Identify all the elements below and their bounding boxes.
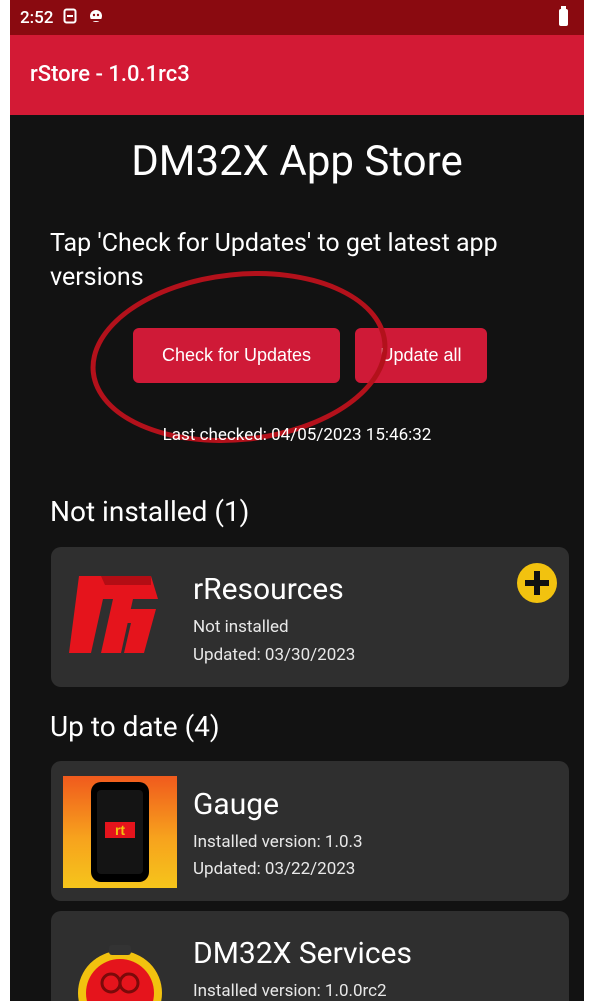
gauge-logo-text: rt [115,822,125,838]
rresources-logo-icon [61,571,161,659]
instructions-text: Tap 'Check for Updates' to get latest ap… [50,229,498,292]
section-heading-not-installed: Not installed (1) [50,495,250,528]
section-heading-up-to-date: Up to date (4) [50,710,220,743]
app-bar: rStore - 1.0.1rc3 [10,35,584,115]
check-for-updates-button[interactable]: Check for Updates [133,328,340,383]
app-card-rresources[interactable]: rResources Not installed Updated: 03/30/… [51,547,569,687]
add-icon[interactable] [517,563,557,603]
app-name: rResources [193,572,344,607]
update-all-button[interactable]: Update all [355,328,487,383]
app-name: DM32X Services [193,936,412,971]
android-debug-icon [87,8,105,28]
app-installed-version: Installed version: 1.0.3 [193,832,363,852]
last-checked-text: Last checked: 04/05/2023 15:46:32 [162,425,432,445]
app-bar-title: rStore - 1.0.1rc3 [30,62,190,87]
status-time: 2:52 [20,7,54,28]
app-name: Gauge [193,787,280,822]
app-card-dm32x-services[interactable]: DM32X Services Installed version: 1.0.0r… [51,911,569,1001]
sim-icon [63,8,77,28]
app-updated-date: Updated: 03/30/2023 [193,645,356,665]
dm32x-services-icon [63,931,177,1001]
app-installed-version: Installed version: 1.0.0rc2 [193,981,387,1001]
status-bar: 2:52 [10,0,584,35]
battery-icon [559,6,568,26]
app-card-gauge[interactable]: rt Gauge Installed version: 1.0.3 Update… [51,761,569,901]
main-content: DM32X App Store Tap 'Check for Updates' … [10,115,584,1001]
phone-screen: 2:52 rStore - 1.0.1rc3 DM32X App Store T… [10,0,584,1001]
gauge-app-icon: rt [63,776,177,888]
app-status: Not installed [193,617,289,637]
app-updated-date: Updated: 03/22/2023 [193,859,356,879]
page-title: DM32X App Store [131,137,463,186]
